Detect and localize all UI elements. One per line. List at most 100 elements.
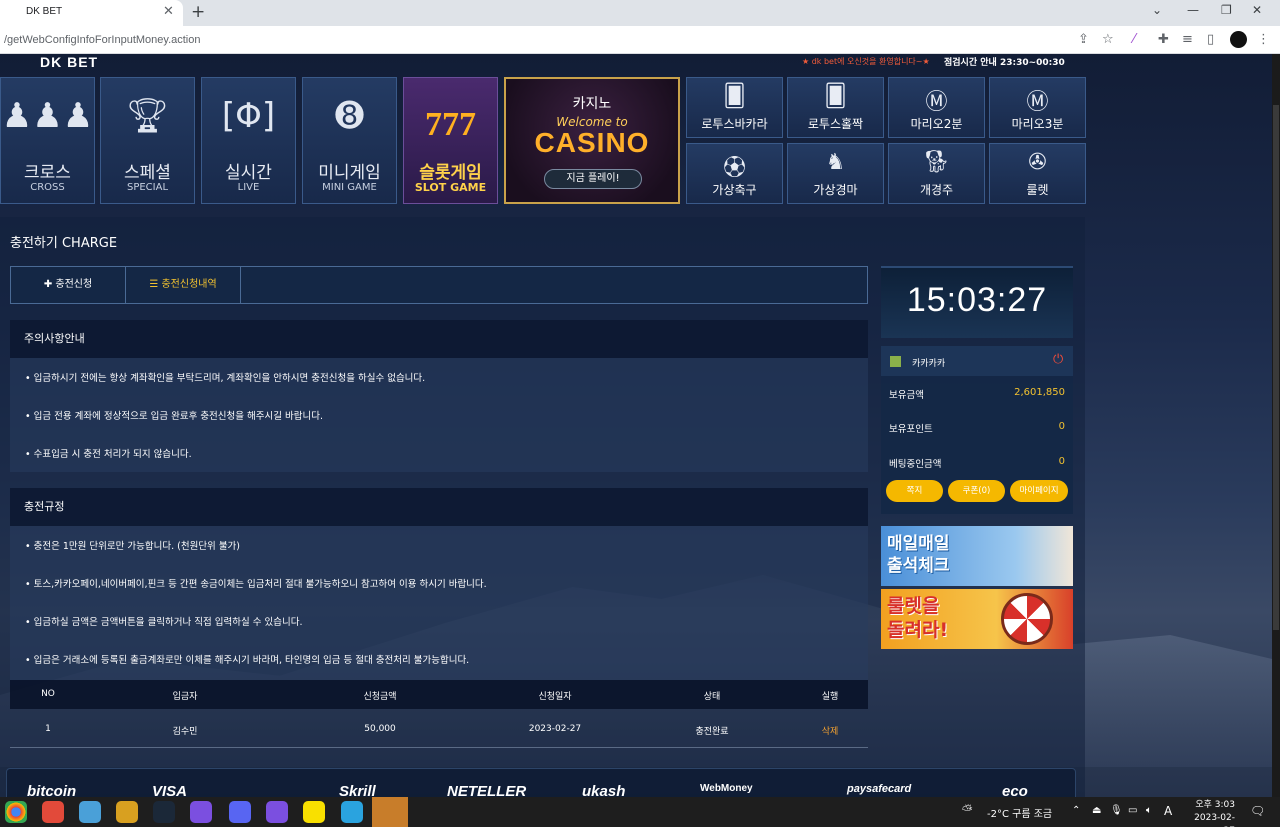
nav-mario-3min[interactable]: Ⓜ 마리오3분 <box>989 77 1086 138</box>
app-taskbar-icon[interactable] <box>79 801 101 823</box>
logout-power-icon[interactable]: ⏻ <box>1053 352 1063 367</box>
cell-depositor: 김수민 <box>172 727 198 737</box>
betting-label: 베팅중인금액 <box>889 459 942 470</box>
discord-taskbar-icon[interactable] <box>229 801 251 823</box>
app-taskbar-icon[interactable] <box>42 801 64 823</box>
trophy-icon: 🏆︎ <box>125 96 170 136</box>
menu-icon[interactable]: ⋮ <box>1257 32 1270 47</box>
usb-icon[interactable]: ⏏ <box>1092 805 1101 816</box>
nav-special[interactable]: 🏆︎ 스페셜 SPECIAL <box>100 77 195 204</box>
delete-button[interactable]: 삭제 <box>790 724 870 737</box>
roulette-banner[interactable]: 룰렛을 돌려라! <box>881 589 1073 649</box>
nav-virtual-horse[interactable]: ♞ 가상경마 <box>787 143 884 204</box>
nav-lotus-baccarat[interactable]: 🂠︎ 로투스바카라 <box>686 77 783 138</box>
browser-tab[interactable]: DK BET ✕ <box>0 0 183 26</box>
list-icon: ☰ <box>149 279 162 290</box>
nav-minigame[interactable]: ➑ 미니게임 MINI GAME <box>302 77 397 204</box>
balance-label: 보유금액 <box>889 390 924 401</box>
mypage-button[interactable]: 마이페이지 <box>1010 480 1068 502</box>
tray-date: 2023-02-27 <box>1194 813 1235 827</box>
greyhound-icon: 🐕︎ <box>922 150 951 175</box>
bookmark-star-icon[interactable]: ☆ <box>1102 32 1114 47</box>
level-icon <box>890 356 901 367</box>
ime-indicator[interactable]: A <box>1164 804 1172 818</box>
username: 카카카카 <box>912 359 946 369</box>
minimize-icon[interactable]: — <box>1187 3 1199 17</box>
close-tab-icon[interactable]: ✕ <box>163 4 174 19</box>
attendance-banner[interactable]: 매일매일 출석체크 <box>881 526 1073 586</box>
casino-banner[interactable]: 카지노 Welcome to CASINO 지금 플레이! <box>504 77 680 204</box>
message-button[interactable]: 쪽지 <box>886 480 943 502</box>
rules-header: 충전규정 <box>10 488 868 526</box>
extensions-icon[interactable]: ✚ <box>1158 32 1169 47</box>
chrome-taskbar-icon[interactable] <box>5 801 27 823</box>
page: DK BET ★ dk bet에 오신것을 환영합니다~★ 점검시간 안내 23… <box>0 54 1272 797</box>
app-taskbar-icon[interactable] <box>116 801 138 823</box>
nav-slot[interactable]: 777 슬롯게임 SLOT GAME <box>403 77 498 204</box>
url-text[interactable]: /getWebConfigInfoForInputMoney.action <box>4 34 201 46</box>
nav-slot-sub: SLOT GAME <box>414 181 487 194</box>
weather-text[interactable]: -2°C 구름 조금 <box>987 805 1052 820</box>
nav-virtual-soccer[interactable]: ⚽︎ 가상축구 <box>686 143 783 204</box>
steam-taskbar-icon[interactable] <box>153 801 175 823</box>
history-table-header: NO 입금자 신청금액 신청일자 상태 실행 <box>10 680 868 709</box>
pen-extension-icon[interactable]: ⁄ <box>1133 32 1135 47</box>
bitcoin-logo: bitcoin <box>27 783 77 797</box>
nav-roulette-label: 룰렛 <box>1026 183 1049 197</box>
close-window-icon[interactable]: ✕ <box>1252 3 1262 17</box>
side-panel-icon[interactable]: ▯ <box>1207 32 1214 47</box>
scrollbar-thumb[interactable] <box>1273 105 1279 630</box>
tab-charge-history-label: 충전신청내역 <box>161 279 217 290</box>
active-app-highlight[interactable] <box>372 797 408 827</box>
nav-dog-race[interactable]: 🐕︎ 개경주 <box>888 143 985 204</box>
roulette-wheel-icon <box>1001 593 1053 645</box>
rule-item: • 입금하실 금액은 금액버튼을 클릭하거나 직접 입력하실 수 있습니다. <box>25 617 303 628</box>
casino-title: CASINO <box>534 127 650 158</box>
network-icon[interactable]: ▭ <box>1128 805 1137 816</box>
card-icon: 🂠︎ <box>723 84 746 109</box>
new-tab-icon[interactable]: + <box>191 2 205 22</box>
reading-list-icon[interactable]: ≡ <box>1182 32 1193 47</box>
app-taskbar-icon[interactable] <box>190 801 212 823</box>
casino-play-button[interactable]: 지금 플레이! <box>544 169 642 189</box>
tab-charge-history[interactable]: ☰ 충전신청내역 <box>126 267 241 303</box>
tab-search-icon[interactable]: ⌄ <box>1152 3 1162 17</box>
rule-item: • 입금은 거래소에 등록된 출금계좌로만 이체를 해주시기 바라며, 타인명의… <box>25 655 470 666</box>
betting-value: 0 <box>1058 456 1065 467</box>
nav-lotus-oddeven[interactable]: 🂠︎ 로투스홀짝 <box>787 77 884 138</box>
notice-body: • 입금하시기 전에는 항상 계좌확인을 부탁드리며, 계좌확인을 안하시면 충… <box>10 358 868 472</box>
col-amount: 신청금액 <box>363 692 397 702</box>
site-logo[interactable]: DK BET <box>40 54 98 70</box>
page-title: 충전하기 CHARGE <box>10 236 118 251</box>
visa-logo: VISA <box>152 783 188 797</box>
app-taskbar-icon[interactable] <box>266 801 288 823</box>
clock-tray[interactable]: 오후 3:03 2023-02-27 <box>1183 799 1235 827</box>
attendance-banner-text: 매일매일 출석체크 <box>887 534 950 576</box>
nav-virtual-soccer-label: 가상축구 <box>712 183 757 197</box>
coupon-button[interactable]: 쿠폰(0) <box>948 480 1005 502</box>
col-no: NO <box>41 689 55 699</box>
user-header: 카카카카 ⏻ <box>881 346 1073 376</box>
profile-avatar[interactable] <box>1230 31 1247 48</box>
nav-roulette[interactable]: ✇ 룰렛 <box>989 143 1086 204</box>
tab-title: DK BET <box>26 6 63 17</box>
restore-icon[interactable]: ❐ <box>1221 3 1232 17</box>
telegram-taskbar-icon[interactable] <box>341 801 363 823</box>
nav-dog-race-label: 개경주 <box>919 183 954 197</box>
cell-date: 2023-02-27 <box>528 724 582 734</box>
share-icon[interactable]: ⇪ <box>1078 32 1089 47</box>
user-info-box: 카카카카 ⏻ 보유금액 2,601,850 보유포인트 0 베팅중인금액 0 쪽… <box>881 346 1073 514</box>
kakaotalk-taskbar-icon[interactable] <box>303 801 325 823</box>
welcome-notice: ★ dk bet에 오신것을 환영합니다~★ <box>802 57 930 66</box>
tray-chevron-icon[interactable]: ⌃ <box>1072 805 1080 816</box>
nav-mario-2min[interactable]: Ⓜ 마리오2분 <box>888 77 985 138</box>
notification-icon[interactable]: 🗨︎ <box>1250 804 1265 818</box>
mic-icon[interactable]: 🎙︎ <box>1110 805 1123 816</box>
volume-icon[interactable]: 🔈︎ <box>1146 805 1152 816</box>
plus-icon: ✚ <box>43 279 56 290</box>
nav-live[interactable]: [Φ] 실시간 LIVE <box>201 77 296 204</box>
nav-special-label: 스페셜 <box>124 163 171 183</box>
nav-cross[interactable]: ♟♟♟ 크로스 CROSS <box>0 77 95 204</box>
nav-minigame-label: 미니게임 <box>318 163 381 183</box>
tab-charge-apply[interactable]: ✚ 충전신청 <box>11 267 126 303</box>
